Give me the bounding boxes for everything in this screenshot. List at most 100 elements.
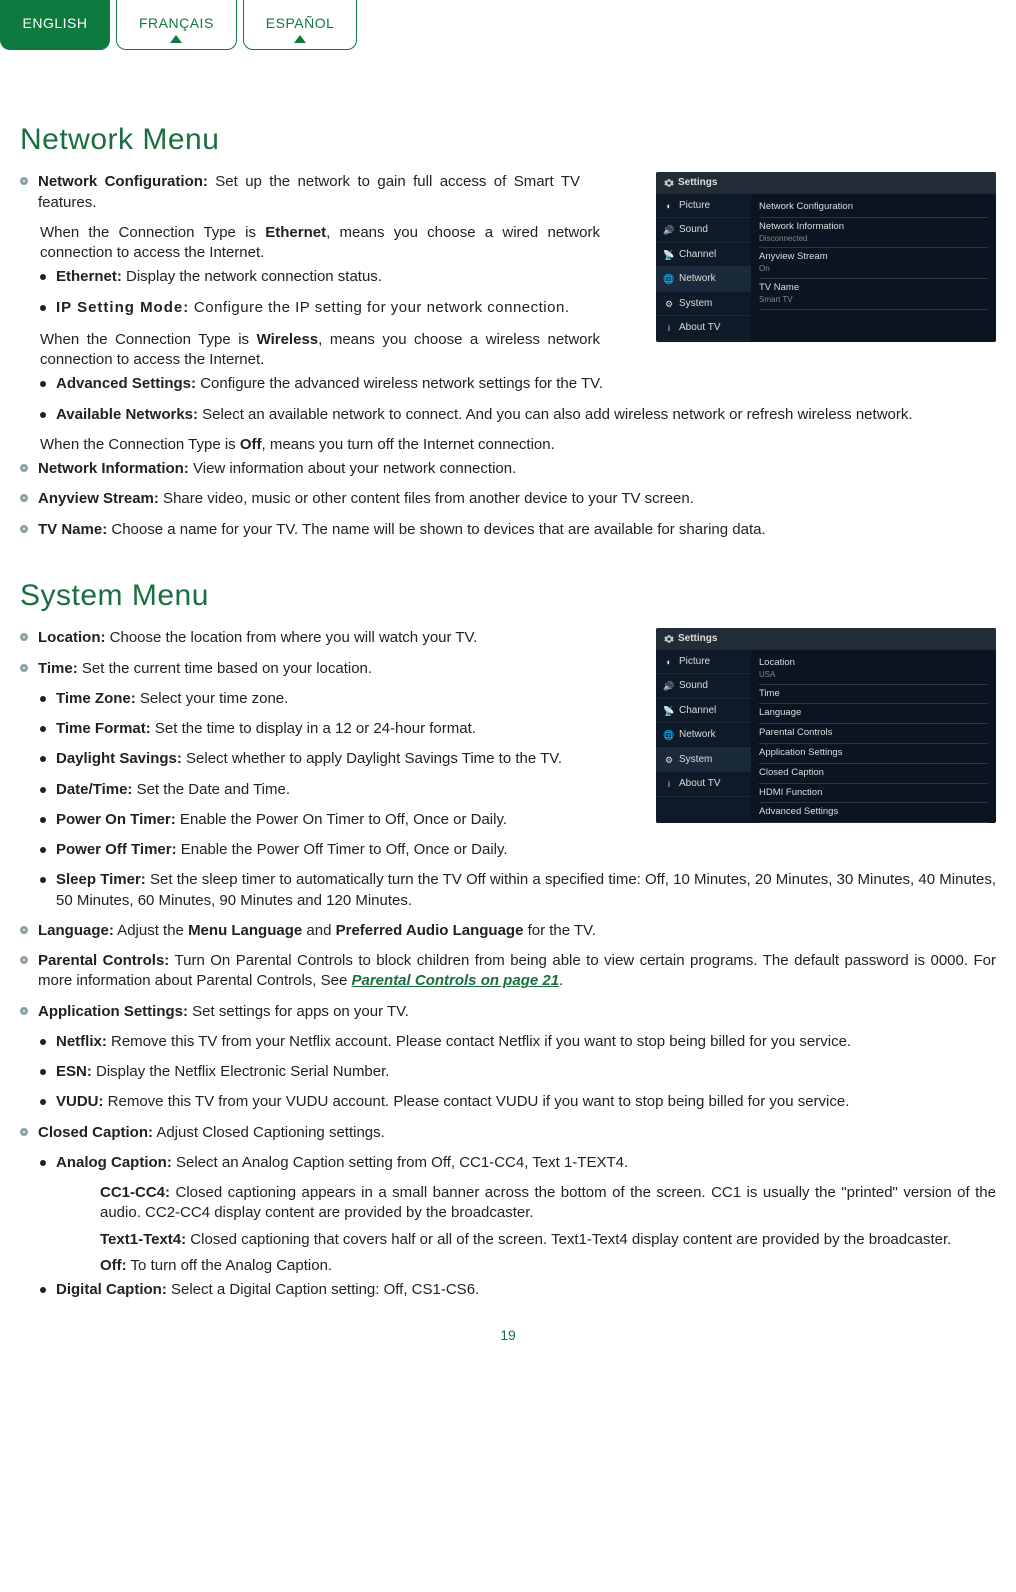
item-text: Select an available network to connect. … <box>198 406 913 423</box>
item-label: TV Name: <box>38 521 107 538</box>
tv-side-sound[interactable]: 🔊Sound <box>656 218 751 243</box>
tab-francais-label: FRANÇAIS <box>139 15 214 31</box>
bullet-icon <box>40 1099 46 1105</box>
tv-panel-header: Settings <box>656 172 996 194</box>
item-text: Set the current time based on your locat… <box>78 660 372 677</box>
channel-icon: 📡 <box>664 250 674 260</box>
item-text: Display the Netflix Electronic Serial Nu… <box>92 1063 390 1080</box>
bullet-icon <box>20 1128 28 1136</box>
paragraph: When the Connection Type is Off, means y… <box>40 435 996 455</box>
tv-row-sub: Disconnected <box>759 234 988 245</box>
tv-row[interactable]: Closed Caption <box>759 764 988 784</box>
picture-icon: ◐ <box>664 201 674 211</box>
item-text: for the TV. <box>523 922 596 939</box>
item-text: Enable the Power Off Timer to Off, Once … <box>177 841 508 858</box>
item-text: Closed captioning appears in a small ban… <box>100 1184 996 1221</box>
item-label: Application Settings: <box>38 1003 188 1020</box>
tv-row-label: Network Information <box>759 221 988 234</box>
tab-francais[interactable]: FRANÇAIS <box>116 0 237 50</box>
tv-side-system[interactable]: ⚙ System <box>656 292 751 317</box>
bullet-icon <box>40 787 46 793</box>
tv-row-label: Location <box>759 657 988 670</box>
tv-panel-header: Settings <box>656 628 996 650</box>
tv-row[interactable]: Network Configuration <box>759 198 988 218</box>
tv-side-label: System <box>679 297 712 311</box>
tv-side-label: System <box>679 753 712 767</box>
bullet-icon <box>40 1160 46 1166</box>
tv-row[interactable]: Anyview StreamOn <box>759 248 988 279</box>
item-label: Network Information: <box>38 460 189 477</box>
tv-row[interactable]: Application Settings <box>759 744 988 764</box>
bullet-icon <box>40 412 46 418</box>
item-label: Date/Time: <box>56 781 132 798</box>
list-item: Sleep Timer: Set the sleep timer to auto… <box>40 870 996 917</box>
item-text: Share video, music or other content file… <box>159 490 694 507</box>
tv-side-sound[interactable]: 🔊Sound <box>656 674 751 699</box>
item-text: Remove this TV from your Netflix account… <box>107 1033 851 1050</box>
item-label: Anyview Stream: <box>38 490 159 507</box>
item-text: Closed captioning that covers half or al… <box>186 1231 951 1248</box>
tv-side-channel[interactable]: 📡Channel <box>656 699 751 724</box>
tv-side-picture[interactable]: ◐Picture <box>656 650 751 675</box>
item-text: Adjust the <box>114 922 188 939</box>
bullet-icon <box>20 1007 28 1015</box>
item-text: To turn off the Analog Caption. <box>127 1257 332 1274</box>
tv-row-label: Language <box>759 707 988 720</box>
tv-side-about[interactable]: iAbout TV <box>656 772 751 797</box>
list-item: Network Information: View information ab… <box>20 459 996 485</box>
item-label: VUDU: <box>56 1093 104 1110</box>
item-text: Set the Date and Time. <box>132 781 290 798</box>
list-item: Time Zone: Select your time zone. <box>40 689 600 715</box>
tv-side-picture[interactable]: ◐Picture <box>656 194 751 219</box>
tv-row[interactable]: Parental Controls <box>759 724 988 744</box>
item-text: Select a Digital Caption setting: Off, C… <box>167 1281 479 1298</box>
item-label: Ethernet: <box>56 268 122 285</box>
list-item: VUDU: Remove this TV from your VUDU acco… <box>40 1092 996 1118</box>
tv-row[interactable]: Advanced Settings <box>759 803 988 823</box>
bullet-icon <box>40 696 46 702</box>
list-item: Application Settings: Set settings for a… <box>20 1002 996 1028</box>
item-label: Text1-Text4: <box>100 1231 186 1248</box>
language-tabs: ENGLISH FRANÇAIS ESPAÑOL <box>0 0 996 50</box>
list-item: Available Networks: Select an available … <box>40 405 996 431</box>
system-icon: ⚙ <box>664 299 674 309</box>
bullet-icon <box>20 633 28 641</box>
item-label: Time: <box>38 660 78 677</box>
item-label: Parental Controls: <box>38 952 169 969</box>
heading-network-menu: Network Menu <box>20 120 996 161</box>
list-item: Language: Adjust the Menu Language and P… <box>20 921 996 947</box>
tab-espanol[interactable]: ESPAÑOL <box>243 0 358 50</box>
tv-row[interactable]: Network InformationDisconnected <box>759 218 988 249</box>
item-text: . <box>559 972 563 989</box>
bullet-icon <box>40 847 46 853</box>
tv-row[interactable]: Language <box>759 704 988 724</box>
item-label: Available Networks: <box>56 406 198 423</box>
item-text: Choose the location from where you will … <box>106 629 478 646</box>
tv-side-network[interactable]: 🌐Network <box>656 267 751 292</box>
list-item: Time Format: Set the time to display in … <box>40 719 600 745</box>
tv-side-channel[interactable]: 📡Channel <box>656 243 751 268</box>
list-item: Digital Caption: Select a Digital Captio… <box>40 1280 996 1306</box>
item-text: and <box>302 922 335 939</box>
tv-panel-title: Settings <box>678 632 717 646</box>
tv-row[interactable]: HDMI Function <box>759 784 988 804</box>
tv-side-network[interactable]: 🌐Network <box>656 723 751 748</box>
tv-row[interactable]: TV NameSmart TV <box>759 279 988 310</box>
info-icon: i <box>664 323 674 333</box>
tv-row[interactable]: LocationUSA <box>759 654 988 685</box>
parental-controls-link[interactable]: Parental Controls on page 21 <box>352 972 560 989</box>
list-item: TV Name: Choose a name for your TV. The … <box>20 520 996 546</box>
tv-side-menu: ◐Picture 🔊Sound 📡Channel 🌐Network ⚙Syste… <box>656 650 751 824</box>
triangle-up-icon <box>294 35 306 43</box>
tv-row[interactable]: Time <box>759 685 988 705</box>
item-text: View information about your network conn… <box>189 460 516 477</box>
item-text: Remove this TV from your VUDU account. P… <box>104 1093 850 1110</box>
picture-icon: ◐ <box>664 657 674 667</box>
tv-row-label: Closed Caption <box>759 767 988 780</box>
tv-side-about[interactable]: iAbout TV <box>656 316 751 341</box>
paragraph: When the Connection Type is Wireless, me… <box>40 330 600 371</box>
tv-row-label: Advanced Settings <box>759 806 988 819</box>
tv-side-system[interactable]: ⚙System <box>656 748 751 773</box>
tv-side-menu: ◐Picture 🔊Sound 📡Channel 🌐Network ⚙ Syste… <box>656 194 751 341</box>
tab-english[interactable]: ENGLISH <box>0 0 110 50</box>
